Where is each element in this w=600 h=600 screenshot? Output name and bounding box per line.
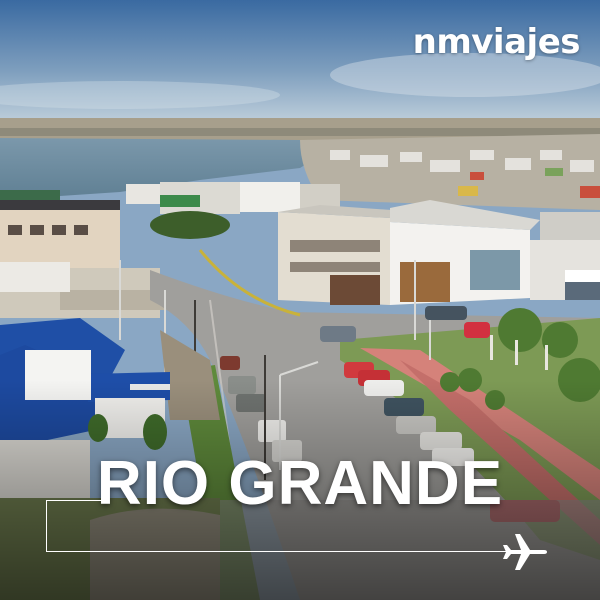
frame-line bbox=[46, 500, 516, 552]
brand-logo: nmviajes bbox=[412, 22, 581, 62]
frame-line-top bbox=[46, 500, 108, 501]
airplane-icon bbox=[503, 534, 547, 570]
